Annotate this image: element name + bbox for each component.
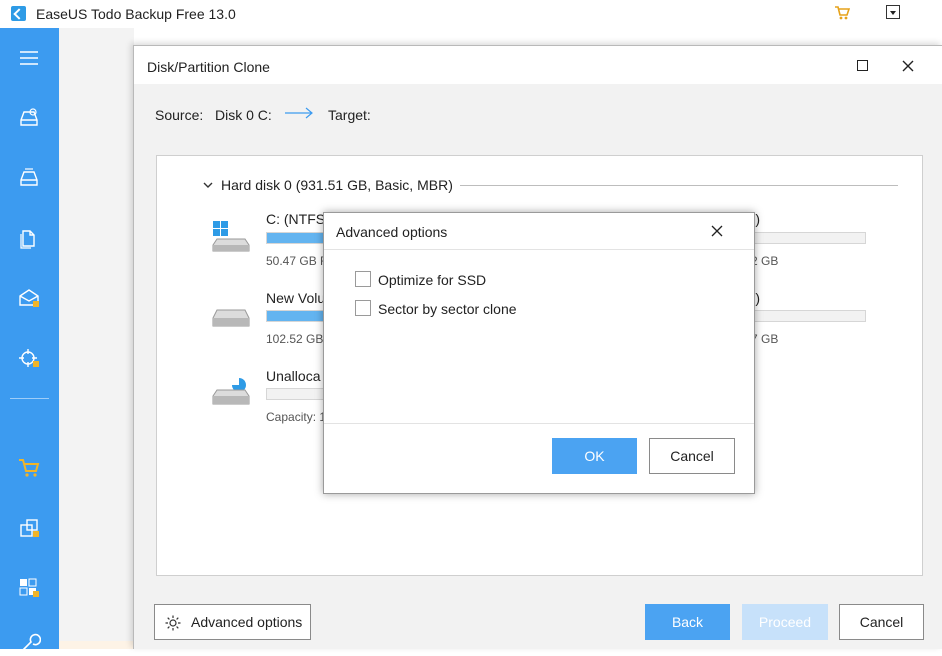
optimize-ssd-checkbox[interactable] xyxy=(355,271,371,287)
app-title: EaseUS Todo Backup Free 13.0 xyxy=(36,6,236,22)
cancel-button[interactable]: Cancel xyxy=(839,604,924,640)
wrench-icon[interactable] xyxy=(17,632,41,656)
partition-usage-bar xyxy=(266,388,326,400)
optimize-ssd-label: Optimize for SSD xyxy=(378,272,487,288)
dialog-divider xyxy=(324,249,754,250)
windows-drive-icon xyxy=(212,221,250,252)
disk-backup-icon[interactable] xyxy=(17,106,41,130)
unallocated-drive-icon xyxy=(212,378,250,405)
main-background-notice xyxy=(59,641,134,649)
partition-usage-fill xyxy=(267,311,325,321)
file-backup-icon[interactable] xyxy=(17,226,41,250)
source-value: Disk 0 C: xyxy=(215,107,272,123)
smart-backup-icon[interactable] xyxy=(17,346,41,370)
partition-info: 102.52 GB xyxy=(266,332,324,346)
partition-info: 50.47 GB F xyxy=(266,254,328,268)
drive-icon xyxy=(212,309,250,327)
partition-usage-bar xyxy=(266,310,326,322)
back-button[interactable]: Back xyxy=(645,604,730,640)
advanced-options-dialog: Advanced options Optimize for SSD Sector… xyxy=(323,212,755,494)
system-backup-icon[interactable] xyxy=(17,166,41,190)
advanced-options-label: Advanced options xyxy=(191,614,303,630)
gear-icon xyxy=(165,615,181,631)
partition-info-right: 2 GB xyxy=(751,254,779,268)
app-titlebar: EaseUS Todo Backup Free 13.0 xyxy=(0,0,942,28)
target-label: Target: xyxy=(328,107,371,123)
cart-icon[interactable] xyxy=(834,5,850,21)
partition-info: Capacity: 1 xyxy=(266,410,327,424)
dialog-title: Advanced options xyxy=(336,224,448,240)
disk-header: Hard disk 0 (931.51 GB, Basic, MBR) xyxy=(221,177,453,193)
dialog-cancel-button[interactable]: Cancel xyxy=(649,438,735,474)
partition-usage-fill xyxy=(267,233,325,243)
proceed-button[interactable]: Proceed xyxy=(742,604,828,640)
partition-name: Unalloca xyxy=(266,368,321,384)
partition-usage-bar-right xyxy=(753,310,866,322)
close-icon[interactable] xyxy=(900,58,916,74)
tools-icon[interactable] xyxy=(17,576,41,600)
dialog-divider xyxy=(324,423,754,424)
clone-icon[interactable] xyxy=(17,516,41,540)
partition-usage-bar-right xyxy=(753,232,866,244)
clone-titlebar: Disk/Partition Clone xyxy=(134,46,942,84)
sidebar-divider xyxy=(10,398,49,399)
advanced-options-button[interactable]: Advanced options xyxy=(154,604,311,640)
hamburger-menu-icon[interactable] xyxy=(17,46,41,70)
ok-button[interactable]: OK xyxy=(552,438,637,474)
partition-info-right: 7 GB xyxy=(751,332,779,346)
sector-clone-checkbox[interactable] xyxy=(355,300,371,316)
disk-header-divider xyxy=(460,185,898,186)
clone-window-title: Disk/Partition Clone xyxy=(147,59,270,75)
close-icon[interactable] xyxy=(710,224,724,238)
app-logo-icon xyxy=(11,6,26,21)
main-background xyxy=(59,28,134,649)
sector-clone-label: Sector by sector clone xyxy=(378,301,517,317)
maximize-icon[interactable] xyxy=(857,60,868,71)
sidebar xyxy=(0,28,59,651)
source-label: Source: xyxy=(155,107,204,123)
partition-name: New Volu xyxy=(266,290,326,306)
arrow-right-icon xyxy=(285,107,313,119)
chevron-down-icon[interactable] xyxy=(202,179,214,191)
cart-icon[interactable] xyxy=(17,456,41,480)
partition-name: C: (NTFS) xyxy=(266,211,330,227)
partition-usage-bar xyxy=(266,232,326,244)
dropdown-menu-icon[interactable] xyxy=(886,5,900,19)
mail-backup-icon[interactable] xyxy=(17,286,41,310)
